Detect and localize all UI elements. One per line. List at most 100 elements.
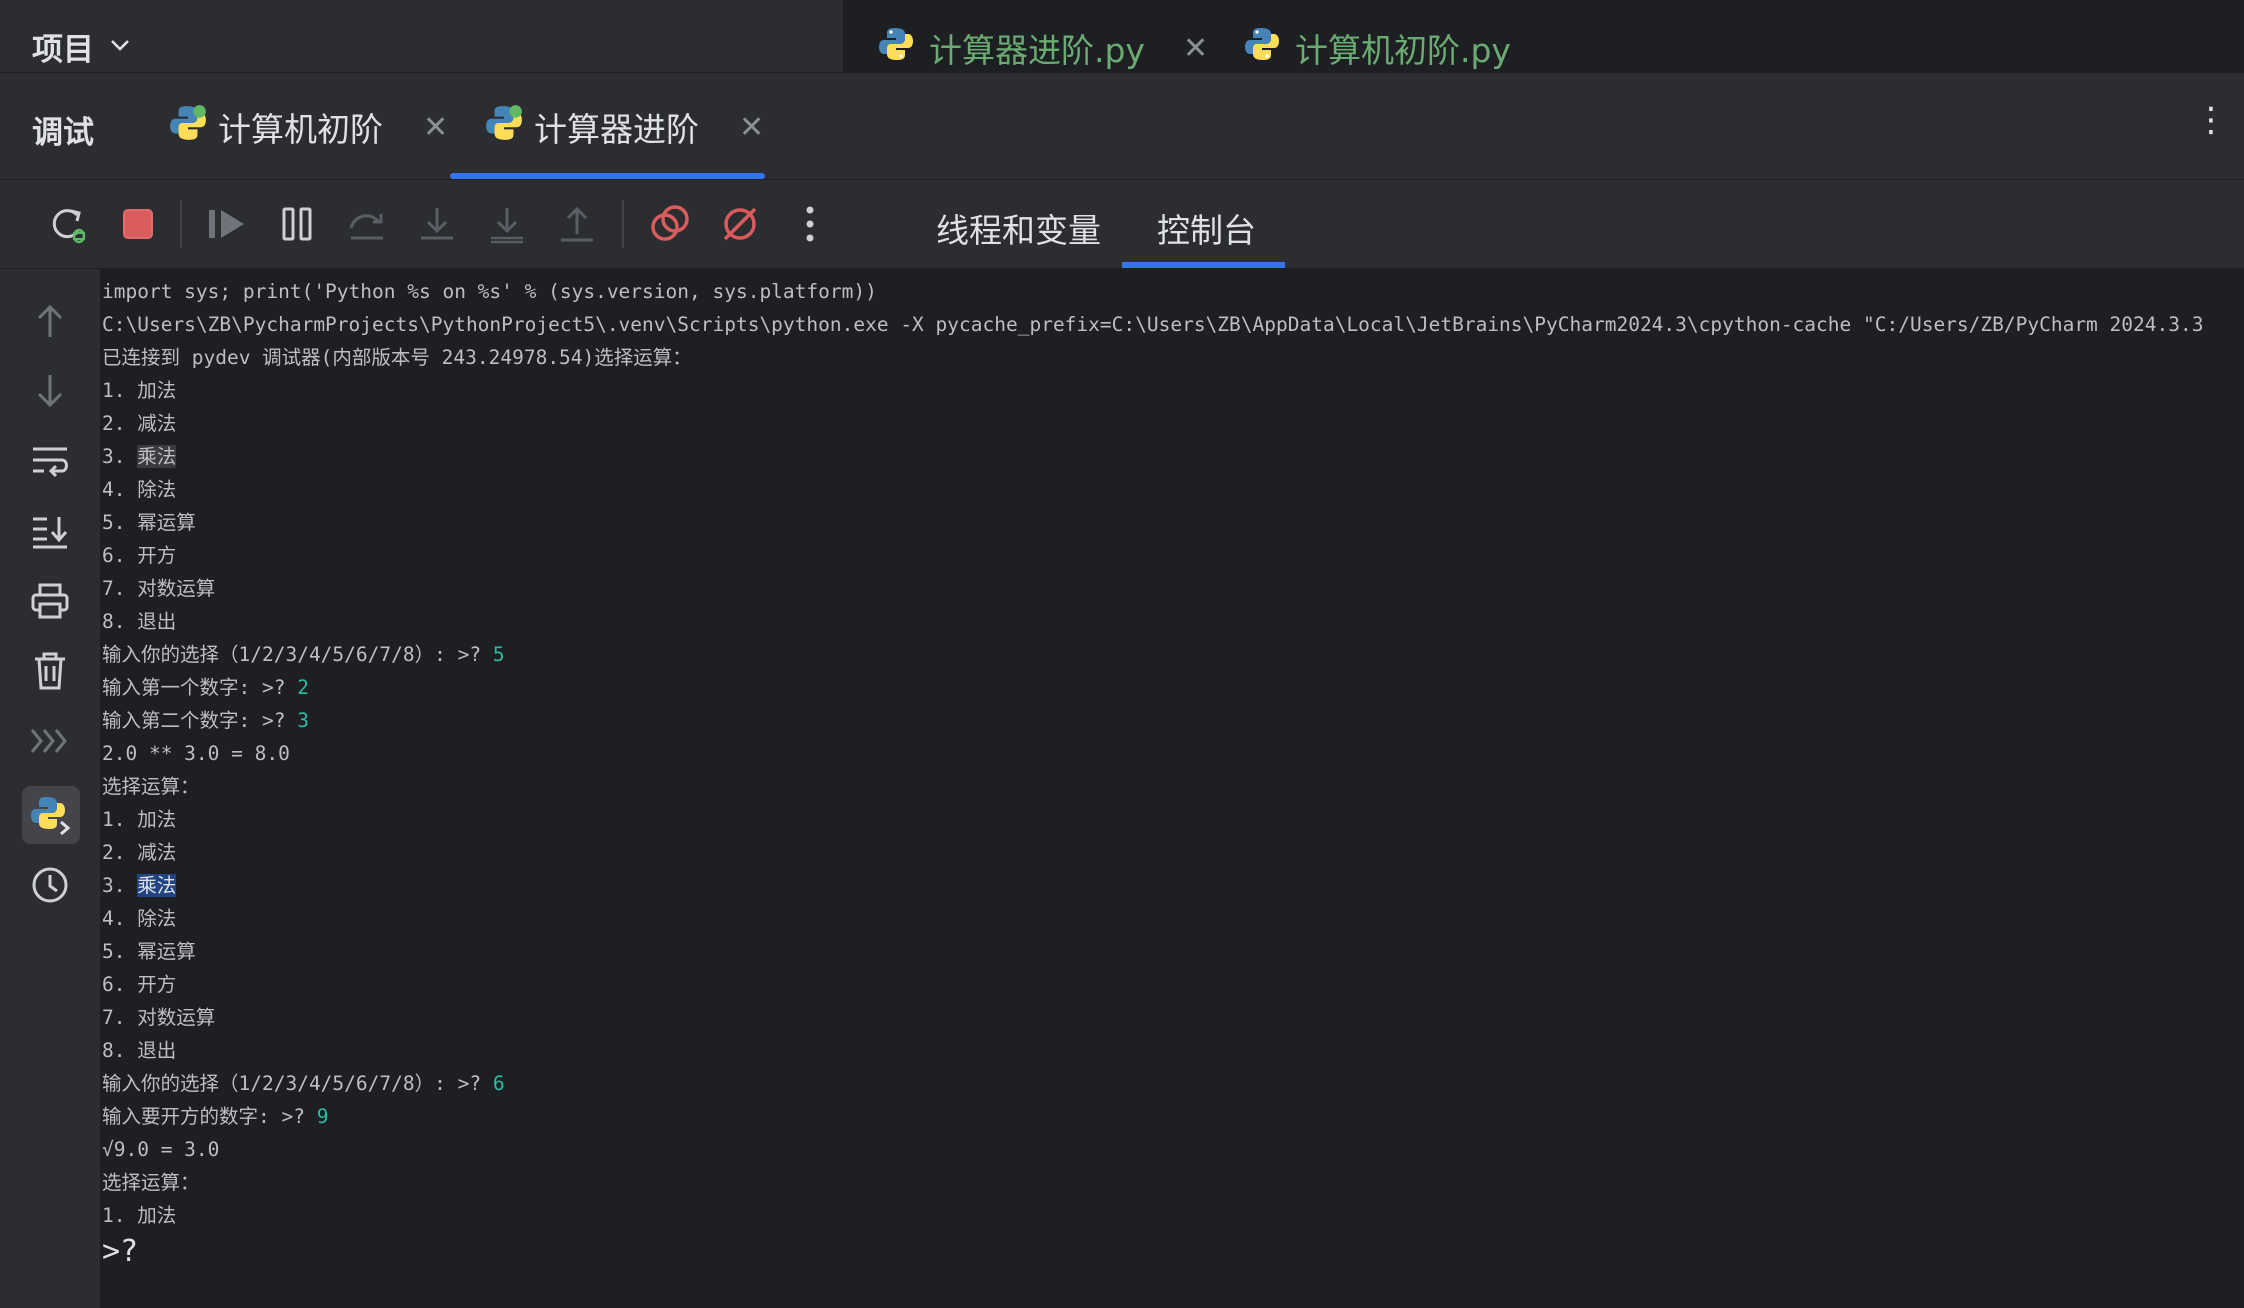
rerun-debug-button[interactable]: [46, 202, 90, 246]
python-file-icon: [1243, 25, 1281, 71]
python-debug-icon: [484, 103, 524, 151]
more-toolbar-icon[interactable]: [788, 202, 832, 246]
editor-tab-label: 计算器进阶.py: [929, 31, 1145, 70]
console-line-text: 4. 除法: [102, 907, 177, 930]
console-line-text: 6. 开方: [102, 973, 177, 996]
step-into-my-code-icon[interactable]: [485, 202, 529, 246]
console-line: 输入第一个数字: >? 2: [102, 671, 2203, 704]
debug-title: 调试: [32, 115, 94, 151]
close-icon[interactable]: ✕: [739, 110, 764, 145]
chevron-down-icon: [108, 29, 132, 65]
close-icon[interactable]: ✕: [423, 110, 448, 145]
user-input: 2: [297, 676, 309, 699]
console-line: 1. 加法: [102, 803, 2203, 836]
console-line: 5. 幂运算: [102, 506, 2203, 539]
debug-session-label: 计算机初阶: [218, 110, 383, 149]
console-line-text: 5. 幂运算: [102, 940, 196, 963]
tab-console[interactable]: 控制台: [1157, 204, 1256, 252]
console-line: 7. 对数运算: [102, 1001, 2203, 1034]
resume-button[interactable]: [205, 202, 249, 246]
python-debug-icon: [168, 103, 208, 151]
step-out-icon[interactable]: [555, 202, 599, 246]
trash-icon[interactable]: [28, 649, 72, 693]
console-line: 6. 开方: [102, 539, 2203, 572]
project-dropdown[interactable]: 项目: [32, 24, 132, 69]
console-line-text: 6. 开方: [102, 544, 177, 567]
debug-toolbar: 线程和变量 控制台: [0, 180, 2244, 269]
python-file-icon: [877, 25, 915, 71]
down-arrow-icon[interactable]: [28, 369, 72, 413]
show-python-prompt-icon[interactable]: [28, 719, 72, 763]
debug-tool-window-header: 调试 计算机初阶 ✕ 计算器进阶 ✕ ⋮: [0, 73, 2244, 180]
console-line: 5. 幂运算: [102, 935, 2203, 968]
user-input: 9: [316, 1105, 329, 1128]
console-line: 1. 加法: [102, 1199, 2203, 1232]
console-line: 4. 除法: [102, 473, 2203, 506]
more-options-icon[interactable]: ⋮: [2194, 103, 2228, 137]
console-line: 选择运算：: [102, 1166, 2203, 1199]
debug-session-label: 计算器进阶: [534, 110, 699, 149]
console-line-text: 1. 加法: [102, 379, 177, 402]
console-line: 已连接到 pydev 调试器(内部版本号 243.24978.54)选择运算：: [102, 341, 2203, 374]
tab-threads-variables[interactable]: 线程和变量: [936, 204, 1101, 252]
history-clock-icon[interactable]: [28, 863, 72, 907]
console-input-prompt[interactable]: >?: [102, 1232, 2203, 1272]
print-icon[interactable]: [28, 579, 72, 623]
debug-session-tab-active[interactable]: 计算器进阶 ✕: [484, 103, 764, 151]
view-breakpoints-icon[interactable]: [648, 202, 692, 246]
editor-tab-bar: 计算器进阶.py ✕ 计算机初阶.py: [843, 0, 2244, 72]
console-line-text: 1. 加法: [102, 1204, 177, 1227]
console-line-text: 4. 除法: [102, 478, 177, 501]
top-bar: 项目 计算器进阶.py ✕ 计算机初阶.py: [0, 0, 2244, 73]
console-line-text: 2. 减法: [102, 412, 177, 435]
console-line-text: C:\Users\ZB\PycharmProjects\PythonProjec…: [102, 313, 2204, 336]
console-line-text: 选择运算：: [102, 775, 200, 798]
console-line: 输入你的选择（1/2/3/4/5/6/7/8）: >? 5: [102, 638, 2203, 671]
debug-console[interactable]: import sys; print('Python %s on %s' % (s…: [100, 269, 2244, 1308]
console-line: 输入你的选择（1/2/3/4/5/6/7/8）: >? 6: [102, 1067, 2203, 1100]
console-line: 2.0 ** 3.0 = 8.0: [102, 737, 2203, 770]
pause-button[interactable]: [275, 202, 319, 246]
debug-session-tab[interactable]: 计算机初阶 ✕: [168, 103, 448, 151]
editor-tab[interactable]: 计算机初阶.py: [1243, 24, 1511, 72]
project-pane-header: 项目: [0, 0, 844, 72]
user-input: 6: [492, 1072, 505, 1095]
console-line: import sys; print('Python %s on %s' % (s…: [102, 275, 2203, 308]
console-line-text: 2.0 ** 3.0 = 8.0: [102, 742, 290, 765]
stop-button[interactable]: [116, 202, 160, 246]
console-line-text: 3.: [102, 874, 138, 897]
editor-tab[interactable]: 计算器进阶.py ✕: [877, 24, 1208, 72]
console-line: 7. 对数运算: [102, 572, 2203, 605]
step-into-icon[interactable]: [415, 202, 459, 246]
console-line: 输入第二个数字: >? 3: [102, 704, 2203, 737]
mute-breakpoints-icon[interactable]: [718, 202, 762, 246]
console-line: 2. 减法: [102, 407, 2203, 440]
toolbar-separator: [180, 200, 182, 248]
python-console-icon[interactable]: [28, 793, 72, 837]
step-over-icon[interactable]: [345, 202, 389, 246]
active-tab-indicator: [1122, 262, 1285, 268]
console-line-text: √9.0 = 3.0: [102, 1138, 220, 1161]
user-input: 5: [492, 643, 505, 666]
console-line-text: 输入第二个数字: >?: [102, 709, 298, 732]
console-line: C:\Users\ZB\PycharmProjects\PythonProjec…: [102, 308, 2203, 341]
console-line: 3. 乘法: [102, 440, 2203, 473]
close-icon[interactable]: ✕: [1183, 31, 1208, 66]
highlighted-text: 乘法: [137, 874, 177, 897]
console-line-text: 7. 对数运算: [102, 1006, 216, 1029]
console-line-text: 7. 对数运算: [102, 577, 216, 600]
console-line-text: 输入你的选择（1/2/3/4/5/6/7/8）: >?: [102, 1072, 493, 1095]
console-line-text: 1. 加法: [102, 808, 177, 831]
console-line-text: 选择运算：: [102, 1171, 200, 1194]
user-input: 3: [297, 709, 309, 732]
console-line-text: 8. 退出: [102, 610, 177, 633]
console-line-text: 3.: [102, 445, 138, 468]
console-line-text: 输入你的选择（1/2/3/4/5/6/7/8）: >?: [102, 643, 493, 666]
soft-wrap-icon[interactable]: [28, 439, 72, 483]
up-arrow-icon[interactable]: [28, 299, 72, 343]
console-line: 1. 加法: [102, 374, 2203, 407]
console-line: √9.0 = 3.0: [102, 1133, 2203, 1166]
console-line: 8. 退出: [102, 605, 2203, 638]
scroll-to-end-icon[interactable]: [28, 509, 72, 553]
console-output: import sys; print('Python %s on %s' % (s…: [102, 275, 2203, 1272]
